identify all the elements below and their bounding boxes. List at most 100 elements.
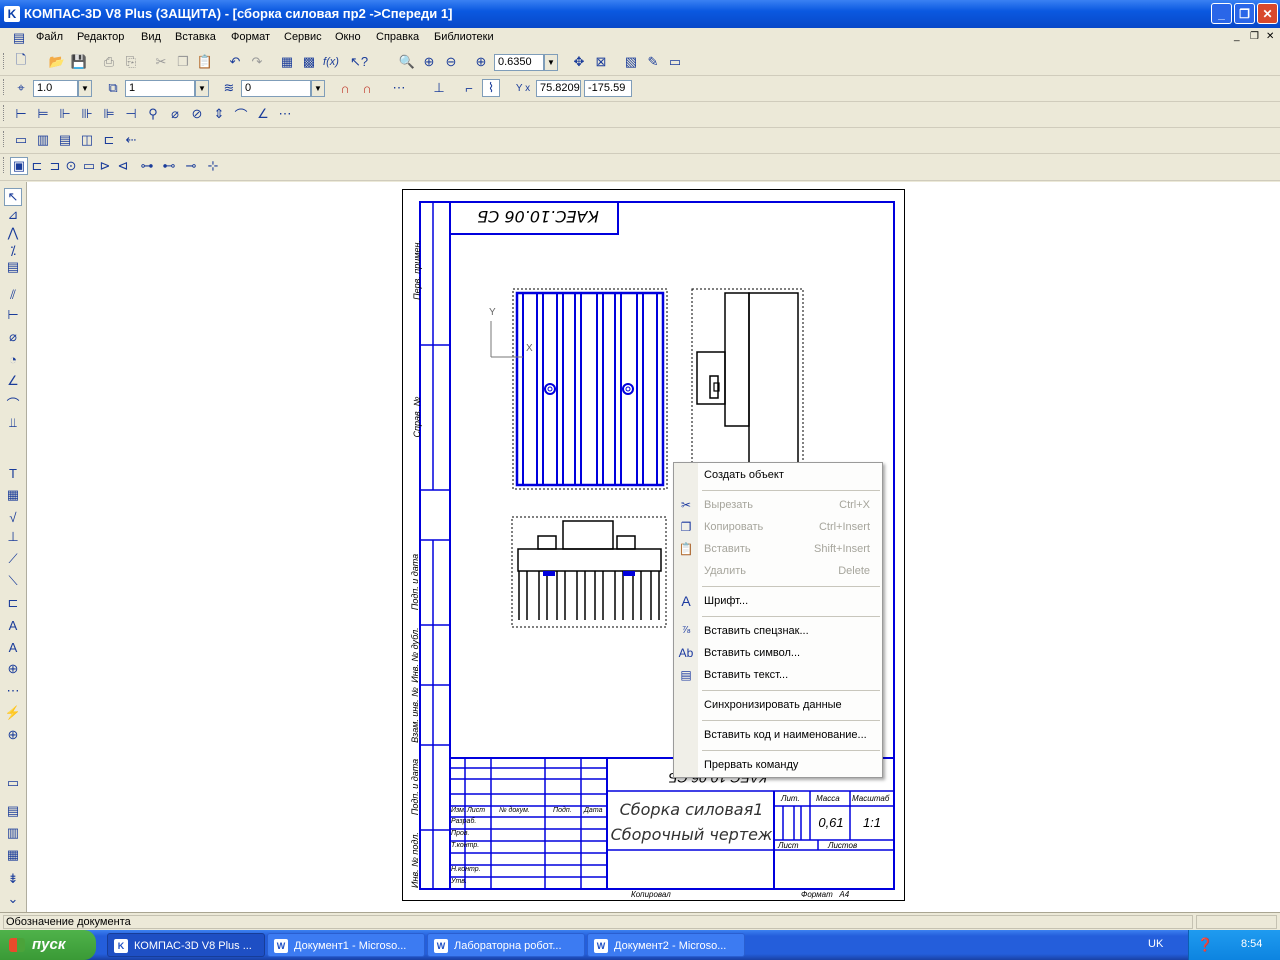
break-line-icon[interactable]: ⚡ — [4, 704, 22, 722]
help-pointer-icon[interactable]: ↖? — [350, 53, 368, 71]
layer-icon[interactable]: ≋ — [220, 79, 238, 97]
local-cs-icon[interactable]: ⊥ — [430, 79, 448, 97]
layer-field[interactable]: 0 — [241, 80, 311, 97]
menu-insert-text[interactable]: Вставить текст... — [704, 669, 788, 681]
start-button[interactable]: пуск — [0, 930, 96, 960]
cut-line-icon[interactable]: A — [4, 616, 22, 634]
copy-objects-icon[interactable]: ⊙ — [62, 157, 80, 175]
menu-insert-special[interactable]: Вставить спецзнак... — [704, 625, 809, 637]
dim-break-icon[interactable]: ⊫ — [100, 105, 118, 123]
zoom-scale-field[interactable]: 0.6350 — [494, 54, 544, 71]
menu-abort-command[interactable]: Прервать команду — [704, 759, 798, 771]
scroll-down-icon[interactable]: ⌄ — [4, 890, 22, 908]
menu-help[interactable]: Справка — [376, 31, 419, 43]
snap-magnet-icon[interactable]: ∩ — [336, 79, 354, 97]
close-button[interactable]: ✕ — [1257, 3, 1278, 24]
kompas-app-icon[interactable]: K — [4, 6, 20, 22]
print-icon[interactable]: ⎙ — [100, 53, 118, 71]
snap-settings-icon[interactable]: ∩ — [358, 79, 376, 97]
axis-line-icon[interactable]: ⋯ — [4, 682, 22, 700]
height-dim-icon[interactable]: ⇕ — [210, 105, 228, 123]
linear-dimension-icon[interactable]: ⊢ — [4, 306, 22, 324]
zoom-icon[interactable]: 🔍 — [398, 53, 416, 71]
task-document1[interactable]: W Документ1 - Microso... — [267, 933, 425, 957]
menu-edit[interactable]: Редактор — [77, 31, 124, 43]
angle-dimension-icon[interactable]: ∠ — [4, 372, 22, 390]
zoom-dropdown[interactable]: ▼ — [544, 54, 558, 71]
diameter-dimension-icon[interactable]: ⌀ — [4, 328, 22, 346]
edit-brush-icon[interactable]: ✎ — [644, 53, 662, 71]
deform-icon[interactable]: ⊲ — [114, 157, 132, 175]
open-folder-icon[interactable]: 📂 — [48, 53, 66, 71]
zoom-in-icon[interactable]: ⊕ — [420, 53, 438, 71]
select-icon[interactable]: ▣ — [10, 157, 28, 175]
dim-chain-icon[interactable]: ⊨ — [34, 105, 52, 123]
function-icon[interactable]: f(x) — [322, 53, 340, 71]
arc-dimension-icon[interactable]: ⌒ — [4, 394, 22, 412]
menu-sync-data[interactable]: Синхронизировать данные — [704, 699, 842, 711]
arrow-view-icon[interactable]: ⇠ — [122, 131, 140, 149]
menu-format[interactable]: Формат — [231, 31, 270, 43]
doc-restore-icon[interactable]: ❐ — [1250, 31, 1259, 42]
save-icon[interactable]: 💾 — [70, 53, 88, 71]
zoom-out-icon[interactable]: ⊖ — [442, 53, 460, 71]
height-dimension-icon[interactable]: ⫫ — [4, 414, 22, 432]
menu-view[interactable]: Вид — [141, 31, 161, 43]
dim-baseline-icon[interactable]: ⊩ — [56, 105, 74, 123]
document-icon[interactable]: ▤ — [10, 29, 28, 47]
task-document2[interactable]: W Документ2 - Microso... — [587, 933, 745, 957]
menu-font[interactable]: Шрифт... — [704, 595, 748, 607]
menu-libraries[interactable]: Библиотеки — [434, 31, 494, 43]
manager-icon[interactable]: ▦ — [278, 53, 296, 71]
hatch-icon[interactable]: ⫽ — [4, 286, 22, 304]
ortho-mode-icon[interactable]: ⌐ — [460, 79, 478, 97]
pin-icon[interactable]: ⚲ — [144, 105, 162, 123]
view-manager-icon[interactable]: ▭ — [4, 774, 22, 792]
detail-view-icon[interactable]: ◫ — [78, 131, 96, 149]
dim-parallel-icon[interactable]: ⊪ — [78, 105, 96, 123]
menu-insert-symbol[interactable]: Вставить символ... — [704, 647, 800, 659]
split-icon[interactable]: ⊸ — [182, 157, 200, 175]
copy-icon[interactable]: ❐ — [174, 53, 192, 71]
current-view-icon[interactable]: ⧉ — [104, 79, 122, 97]
current-view-dropdown[interactable]: ▼ — [195, 80, 209, 97]
spec-icon[interactable]: ▤ — [4, 258, 22, 276]
tolerance-icon[interactable]: ⊏ — [4, 594, 22, 612]
crosshair-icon[interactable]: ⊕ — [4, 726, 22, 744]
spec-object-icon[interactable]: ▤ — [4, 802, 22, 820]
menu-window[interactable]: Окно — [335, 31, 361, 43]
cursor-step-dropdown[interactable]: ▼ — [78, 80, 92, 97]
undo-icon[interactable]: ↶ — [226, 53, 244, 71]
variables-icon[interactable]: ▩ — [300, 53, 318, 71]
chamfer-icon[interactable]: ⊹ — [204, 157, 222, 175]
display-mode-icon[interactable]: ▭ — [666, 53, 684, 71]
minimize-button[interactable]: _ — [1211, 3, 1232, 24]
redo-icon[interactable]: ↷ — [248, 53, 266, 71]
measure-icon[interactable]: ⇟ — [4, 870, 22, 888]
section-view-icon[interactable]: ▥ — [34, 131, 52, 149]
arc-dim-icon[interactable]: ⌒ — [232, 105, 250, 123]
linear-dim-icon[interactable]: ⊢ — [12, 105, 30, 123]
geometry-icon[interactable]: ⊿ — [4, 206, 22, 224]
spec-edit-icon[interactable]: ▥ — [4, 824, 22, 842]
menu-insert-code[interactable]: Вставить код и наименование... — [704, 729, 867, 741]
help-tray-icon[interactable]: ❓ — [1197, 937, 1213, 953]
center-mark-icon[interactable]: ⊕ — [4, 660, 22, 678]
menu-create-object[interactable]: Создать объект — [704, 469, 784, 481]
menu-service[interactable]: Сервис — [284, 31, 322, 43]
doc-minimize-icon[interactable]: _ — [1234, 31, 1240, 42]
layer-dropdown[interactable]: ▼ — [311, 80, 325, 97]
properties-icon[interactable]: ▧ — [622, 53, 640, 71]
task-lab-work[interactable]: W Лабораторна робот... — [427, 933, 585, 957]
local-view-icon[interactable]: ▤ — [56, 131, 74, 149]
coord-y-field[interactable]: -175.59 — [584, 80, 632, 97]
task-kompas[interactable]: K КОМПАС-3D V8 Plus ... — [107, 933, 265, 957]
menu-copy[interactable]: Копировать — [704, 521, 763, 533]
language-indicator[interactable]: UK — [1148, 938, 1163, 950]
grid-icon[interactable]: ⋯ — [390, 79, 408, 97]
print-preview-icon[interactable]: ⎘ — [122, 53, 140, 71]
leader-icon[interactable]: ⟋ — [4, 550, 22, 568]
move-icon[interactable]: ⊏ — [28, 157, 46, 175]
extend-icon[interactable]: ⊷ — [160, 157, 178, 175]
cursor-step-field[interactable]: 1.0 — [33, 80, 78, 97]
